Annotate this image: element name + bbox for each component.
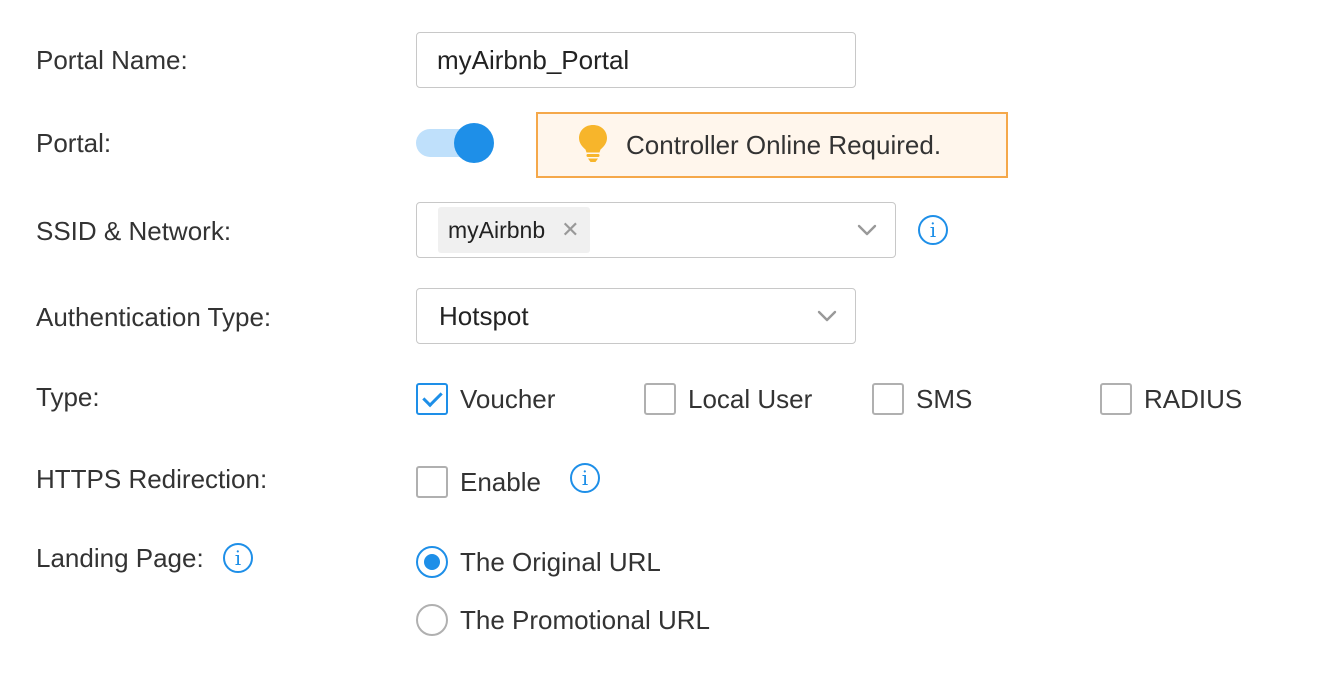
chevron-down-icon — [857, 224, 877, 236]
https-redirection-label: HTTPS Redirection: — [36, 464, 268, 494]
type-sms-option[interactable]: SMS — [872, 383, 972, 415]
landing-promotional-url-option[interactable]: The Promotional URL — [416, 604, 710, 636]
radius-checkbox[interactable] — [1100, 383, 1132, 415]
type-label: Type: — [36, 382, 100, 412]
ssid-tag-label: myAirbnb — [448, 216, 546, 243]
original-url-radio[interactable] — [416, 546, 448, 578]
original-url-label: The Original URL — [460, 546, 661, 577]
portal-label: Portal: — [36, 128, 112, 158]
promotional-url-radio[interactable] — [416, 604, 448, 636]
type-radius-option[interactable]: RADIUS — [1100, 383, 1242, 415]
toggle-knob — [454, 123, 494, 163]
type-local-user-option[interactable]: Local User — [644, 383, 812, 415]
promotional-url-label: The Promotional URL — [460, 604, 710, 635]
landing-original-url-option[interactable]: The Original URL — [416, 546, 661, 578]
landing-page-info-icon[interactable]: i — [223, 543, 253, 573]
https-info-icon[interactable]: i — [570, 463, 600, 493]
https-enable-option[interactable]: Enable — [416, 466, 541, 498]
ssid-info-icon[interactable]: i — [918, 215, 948, 245]
https-enable-label: Enable — [460, 466, 541, 497]
voucher-label: Voucher — [460, 383, 556, 414]
portal-name-input[interactable] — [416, 32, 856, 88]
sms-label: SMS — [916, 383, 973, 414]
notice-text: Controller Online Required. — [626, 129, 942, 160]
remove-tag-icon[interactable]: ✕ — [561, 217, 579, 243]
ssid-tag: myAirbnb ✕ — [438, 207, 590, 253]
type-voucher-option[interactable]: Voucher — [416, 383, 555, 415]
lightbulb-icon — [576, 123, 610, 168]
ssid-network-select[interactable]: myAirbnb ✕ — [416, 202, 896, 258]
portal-name-label: Portal Name: — [36, 45, 188, 75]
landing-page-label: Landing Page: — [36, 543, 204, 573]
auth-type-value: Hotspot — [439, 300, 529, 331]
chevron-down-icon — [817, 310, 837, 322]
auth-type-label: Authentication Type: — [36, 302, 272, 332]
https-enable-checkbox[interactable] — [416, 466, 448, 498]
local-user-label: Local User — [688, 383, 813, 414]
portal-toggle[interactable] — [416, 123, 496, 163]
ssid-network-label: SSID & Network: — [36, 216, 232, 246]
local-user-checkbox[interactable] — [644, 383, 676, 415]
radius-label: RADIUS — [1144, 383, 1243, 414]
auth-type-select[interactable]: Hotspot — [416, 288, 856, 344]
sms-checkbox[interactable] — [872, 383, 904, 415]
voucher-checkbox[interactable] — [416, 383, 448, 415]
controller-notice: Controller Online Required. — [536, 112, 1008, 178]
